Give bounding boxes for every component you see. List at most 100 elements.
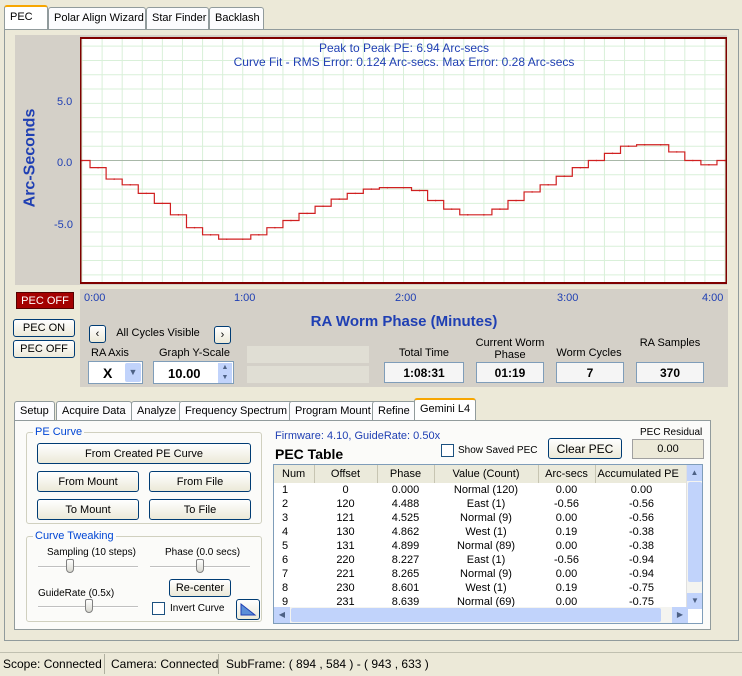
pe-data-point (692, 159, 694, 162)
scroll-left-icon[interactable]: ◀ (274, 607, 290, 623)
pec-on-button[interactable]: PEC ON (13, 319, 75, 337)
table-cell: 121 (336, 512, 355, 524)
x-tick-1: 1:00 (234, 292, 256, 304)
col-offset[interactable]: Offset (314, 465, 378, 483)
pe-data-point (193, 226, 196, 229)
ra-axis-select[interactable]: X ▼ (88, 361, 143, 384)
status-divider (104, 654, 105, 674)
spinner-up-icon[interactable]: ▲ (218, 363, 232, 373)
table-cell: East (1) (466, 498, 506, 510)
scroll-right-icon[interactable]: ▶ (672, 607, 688, 623)
pec-table-title: PEC Table (275, 446, 344, 462)
col-arcsecs[interactable]: Arc-secs (538, 465, 596, 483)
pe-data-point (370, 188, 373, 190)
scroll-up-icon[interactable]: ▲ (687, 465, 702, 481)
scroll-thumb[interactable] (688, 482, 702, 582)
col-num[interactable]: Num (274, 465, 315, 483)
pe-data-point (161, 202, 164, 205)
table-cell: Normal (89) (456, 540, 516, 552)
pec-off-button[interactable]: PEC OFF (13, 340, 75, 358)
phase-slider[interactable] (196, 559, 204, 573)
table-row[interactable]: 7 221 8.265 Normal (9) 0.00 -0.94 (274, 567, 688, 581)
tab-refine[interactable]: Refine (372, 401, 416, 420)
subframe-status: SubFrame: ( 894 , 584 ) - ( 943 , 633 ) (226, 657, 429, 671)
table-row[interactable]: 1 0 0.000 Normal (120) 0.00 0.00 (274, 483, 688, 497)
col-accumulated[interactable]: Accumulated PE (595, 465, 688, 483)
table-cell: 4.488 (391, 498, 420, 510)
spinner-down-icon[interactable]: ▼ (218, 373, 232, 383)
pe-data-point (209, 234, 212, 236)
table-cell: 221 (336, 568, 355, 580)
to-file-button[interactable]: To File (149, 499, 251, 520)
table-cell: 0.00 (555, 484, 578, 496)
table-cell: 0.000 (391, 484, 420, 496)
guiderate-slider[interactable] (85, 599, 93, 613)
pe-data-point (322, 205, 324, 208)
table-cell: West (1) (465, 526, 507, 538)
sampling-slider[interactable] (66, 559, 74, 573)
table-row[interactable]: 2 120 4.488 East (1) -0.56 -0.56 (274, 497, 688, 511)
pe-data-point (129, 184, 132, 186)
recenter-button[interactable]: Re-center (169, 579, 231, 597)
pe-data-point (113, 178, 115, 180)
prev-cycle-button[interactable]: ‹ (89, 325, 106, 343)
pe-data-point (467, 214, 469, 216)
col-phase[interactable]: Phase (377, 465, 435, 483)
table-cell: 3 (282, 512, 289, 524)
pe-data-point (547, 184, 549, 186)
table-cell: 4.525 (391, 512, 420, 524)
col-value[interactable]: Value (Count) (434, 465, 539, 483)
scroll-down-icon[interactable]: ▼ (687, 593, 702, 609)
hscroll-thumb[interactable] (291, 608, 661, 622)
from-mount-button[interactable]: From Mount (37, 471, 139, 492)
tab-star-finder[interactable]: Star Finder (146, 7, 209, 29)
tab-backlash[interactable]: Backlash (209, 7, 264, 29)
chevron-down-icon[interactable]: ▼ (125, 363, 141, 382)
table-row[interactable]: 3 121 4.525 Normal (9) 0.00 -0.56 (274, 511, 688, 525)
tab-gemini-l4[interactable]: Gemini L4 (414, 398, 477, 421)
table-cell: -0.94 (628, 554, 655, 566)
pe-data-point (81, 159, 83, 162)
table-cell: -0.56 (628, 498, 655, 510)
horizontal-scrollbar[interactable]: ◀ ▶ (274, 607, 688, 623)
table-cell: 4 (282, 526, 289, 538)
pe-data-point (579, 166, 582, 169)
table-row[interactable]: 5 131 4.899 Normal (89) 0.00 -0.38 (274, 539, 688, 553)
show-saved-pec-checkbox[interactable] (441, 444, 454, 457)
vertical-scrollbar[interactable]: ▲ ▼ (686, 465, 702, 609)
to-mount-button[interactable]: To Mount (37, 499, 139, 520)
sampling-label: Sampling (10 steps) (47, 547, 136, 558)
chart-title-2: Curve Fit - RMS Error: 0.124 Arc-secs. M… (233, 55, 575, 69)
curve-graph-button[interactable] (236, 599, 260, 620)
tab-setup[interactable]: Setup (14, 401, 55, 420)
pec-table[interactable]: Num Offset Phase Value (Count) Arc-secs … (273, 464, 703, 624)
tab-program-mount[interactable]: Program Mount (289, 401, 377, 420)
pe-data-point (258, 234, 260, 236)
tab-analyze[interactable]: Analyze (131, 401, 183, 420)
table-cell: 2 (282, 498, 289, 510)
invert-curve-checkbox[interactable] (152, 602, 165, 615)
camera-status: Camera: Connected (111, 657, 219, 671)
next-cycle-button[interactable]: › (214, 326, 231, 344)
from-created-pe-curve-button[interactable]: From Created PE Curve (37, 443, 251, 464)
tab-polar-align-wizard[interactable]: Polar Align Wizard (48, 7, 146, 29)
y-axis-label: Arc-Seconds (21, 108, 39, 208)
table-cell: 0.00 (555, 568, 578, 580)
table-row[interactable]: 4 130 4.862 West (1) 0.19 -0.38 (274, 525, 688, 539)
clear-pec-button[interactable]: Clear PEC (548, 438, 622, 459)
tab-pec[interactable]: PEC (4, 5, 48, 30)
pe-data-point (434, 199, 437, 202)
total-time-label: Total Time (398, 347, 450, 359)
y-tick-neg5: -5.0 (54, 219, 73, 231)
tab-frequency-spectrum[interactable]: Frequency Spectrum (179, 401, 294, 420)
graph-y-scale-input[interactable]: 10.00 ▲ ▼ (153, 361, 234, 384)
table-cell: -0.38 (628, 540, 655, 552)
chart-title-1: Peak to Peak PE: 6.94 Arc-secs (318, 41, 490, 55)
table-cell: -0.56 (553, 498, 580, 510)
tab-acquire-data[interactable]: Acquire Data (56, 401, 132, 420)
from-file-button[interactable]: From File (149, 471, 251, 492)
sampling-slider-track (38, 566, 138, 568)
table-row[interactable]: 8 230 8.601 West (1) 0.19 -0.75 (274, 581, 688, 595)
table-row[interactable]: 6 220 8.227 East (1) -0.56 -0.94 (274, 553, 688, 567)
pe-data-point (241, 238, 244, 240)
